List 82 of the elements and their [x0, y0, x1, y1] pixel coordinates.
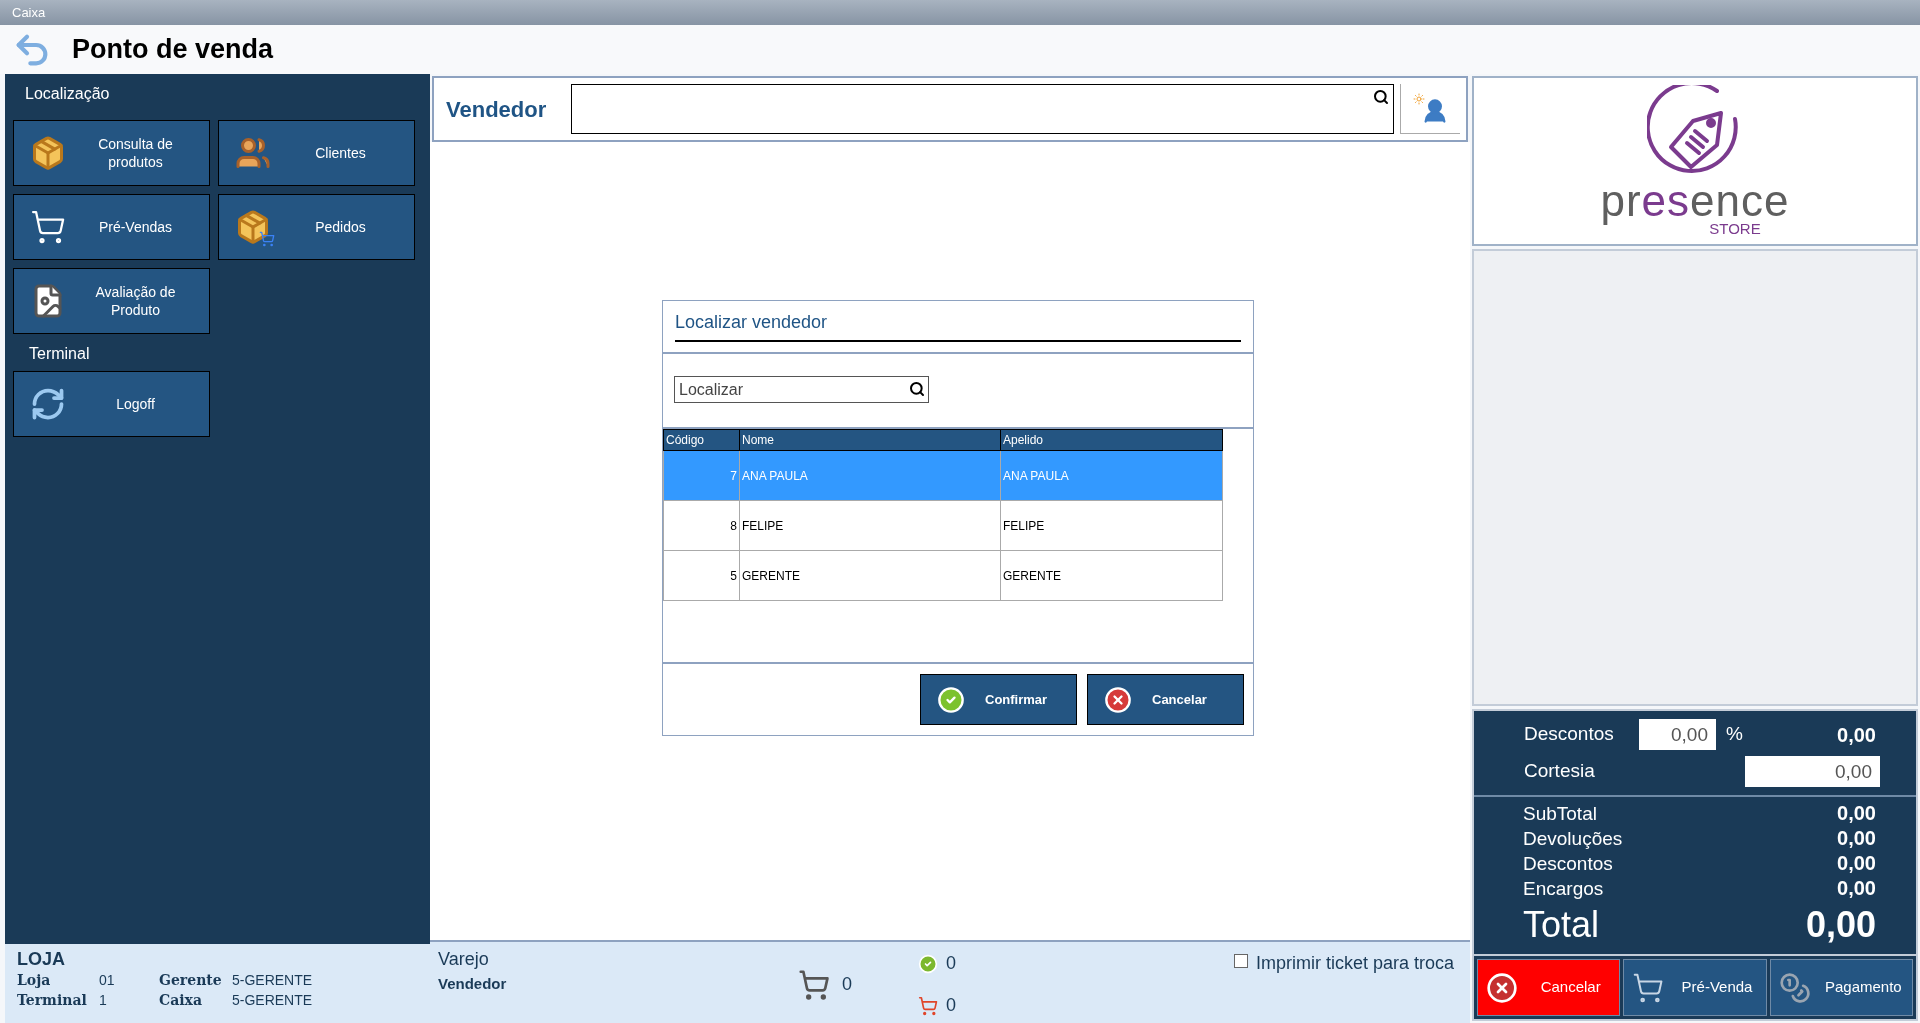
window-title: Caixa — [12, 3, 46, 22]
store-title: LOJA — [17, 948, 66, 970]
sidebar-button[interactable]: Pedidos — [218, 194, 415, 260]
percent-sign: % — [1726, 722, 1743, 747]
descontos-label: Descontos — [1524, 722, 1615, 747]
sidebar-button[interactable]: Consulta de produtos — [13, 120, 210, 186]
info-value: 01 — [99, 971, 116, 990]
column-header: Apelido — [1000, 429, 1223, 451]
ok-count: 0 — [946, 952, 956, 975]
info-label: Loja — [17, 971, 52, 990]
dialog-button[interactable]: Cancelar — [1087, 674, 1244, 725]
add-user-button[interactable] — [1400, 84, 1460, 134]
info-value: 5-GERENTE — [232, 971, 314, 990]
action-button[interactable]: Cancelar — [1477, 959, 1621, 1016]
table-cell: ANA PAULA — [739, 450, 1001, 501]
refresh-icon — [30, 386, 66, 422]
table-cell: 7 — [663, 450, 740, 501]
total-value: 0,00 — [1837, 876, 1876, 901]
cortesia-field[interactable]: 0,00 — [1745, 756, 1880, 787]
people-icon — [235, 135, 271, 171]
total-label: Encargos — [1523, 877, 1604, 901]
logo-tagline: STORE — [1709, 221, 1761, 237]
info-value: 5-GERENTE — [232, 991, 314, 1010]
logo-text: ence — [1690, 181, 1790, 221]
cart-icon — [30, 209, 66, 245]
check-icon — [937, 685, 965, 714]
page-title: Ponto de venda — [72, 33, 274, 67]
section-title: Localização — [24, 84, 111, 104]
table-cell: ANA PAULA — [1000, 450, 1223, 501]
sidebar-button[interactable]: Pré-Vendas — [13, 194, 210, 260]
total-label: Descontos — [1523, 852, 1613, 876]
total-value: 0,00 — [1837, 851, 1876, 876]
section-title: Terminal — [28, 344, 91, 364]
search-icon[interactable] — [909, 381, 925, 397]
action-button[interactable]: Pré-Venda — [1623, 959, 1767, 1016]
total-value: 0,00 — [1837, 801, 1876, 826]
cart-icon — [918, 995, 938, 1016]
total-label: Devoluções — [1523, 827, 1623, 851]
logo-text: es — [1641, 181, 1691, 221]
close-icon — [1104, 685, 1132, 714]
grand-total-label: Total — [1523, 905, 1600, 945]
search-field[interactable]: Localizar — [674, 376, 929, 403]
table-cell: GERENTE — [1000, 550, 1223, 601]
cortesia-label: Cortesia — [1524, 759, 1595, 784]
close-icon — [1486, 971, 1518, 1004]
sidebar-button[interactable]: Avaliação de Produto — [13, 268, 210, 334]
search-icon[interactable] — [1373, 89, 1389, 105]
cart-icon — [798, 968, 830, 1001]
table-cell: FELIPE — [1000, 500, 1223, 551]
coins-icon — [1778, 971, 1811, 1004]
vendedor-label: Vendedor — [446, 95, 548, 124]
print-ticket-checkbox[interactable]: Imprimir ticket para troca — [1233, 946, 1454, 1023]
table-cell: GERENTE — [739, 550, 1001, 601]
table-row[interactable]: 8 FELIPE FELIPE — [663, 500, 1223, 551]
discount-percent-field[interactable]: 0,00 — [1639, 719, 1716, 750]
vendedor-status-label: Vendedor — [438, 974, 508, 994]
column-header: Código — [663, 429, 740, 451]
dialog-button[interactable]: Confirmar — [920, 674, 1077, 725]
table-row[interactable]: 5 GERENTE GERENTE — [663, 550, 1223, 601]
discount-amount: 0,00 — [1837, 722, 1876, 748]
action-button[interactable]: Pagamento — [1769, 959, 1913, 1016]
cart-icon — [1632, 971, 1665, 1004]
box-icon — [30, 135, 66, 171]
table-cell: 8 — [663, 500, 740, 551]
grand-total-value: 0,00 — [1805, 905, 1876, 945]
info-label: Caixa — [159, 991, 203, 1010]
table-cell: 5 — [663, 550, 740, 601]
check-icon — [918, 953, 938, 974]
info-value: 1 — [99, 991, 108, 1010]
sale-type: Varejo — [438, 948, 490, 971]
sidebar-button[interactable]: Logoff — [13, 371, 210, 437]
dialog-title: Localizar vendedor — [675, 309, 1241, 342]
cart-count: 0 — [946, 994, 956, 1017]
total-label: SubTotal — [1523, 802, 1597, 826]
cart-count: 0 — [842, 973, 852, 996]
column-header: Nome — [739, 429, 1001, 451]
info-label: Gerente — [159, 971, 223, 990]
table-cell: FELIPE — [739, 500, 1001, 551]
total-value: 0,00 — [1837, 826, 1876, 851]
info-label: Terminal — [17, 991, 88, 1010]
vendedor-field[interactable] — [571, 84, 1394, 134]
sidebar-button[interactable]: Clientes — [218, 120, 415, 186]
